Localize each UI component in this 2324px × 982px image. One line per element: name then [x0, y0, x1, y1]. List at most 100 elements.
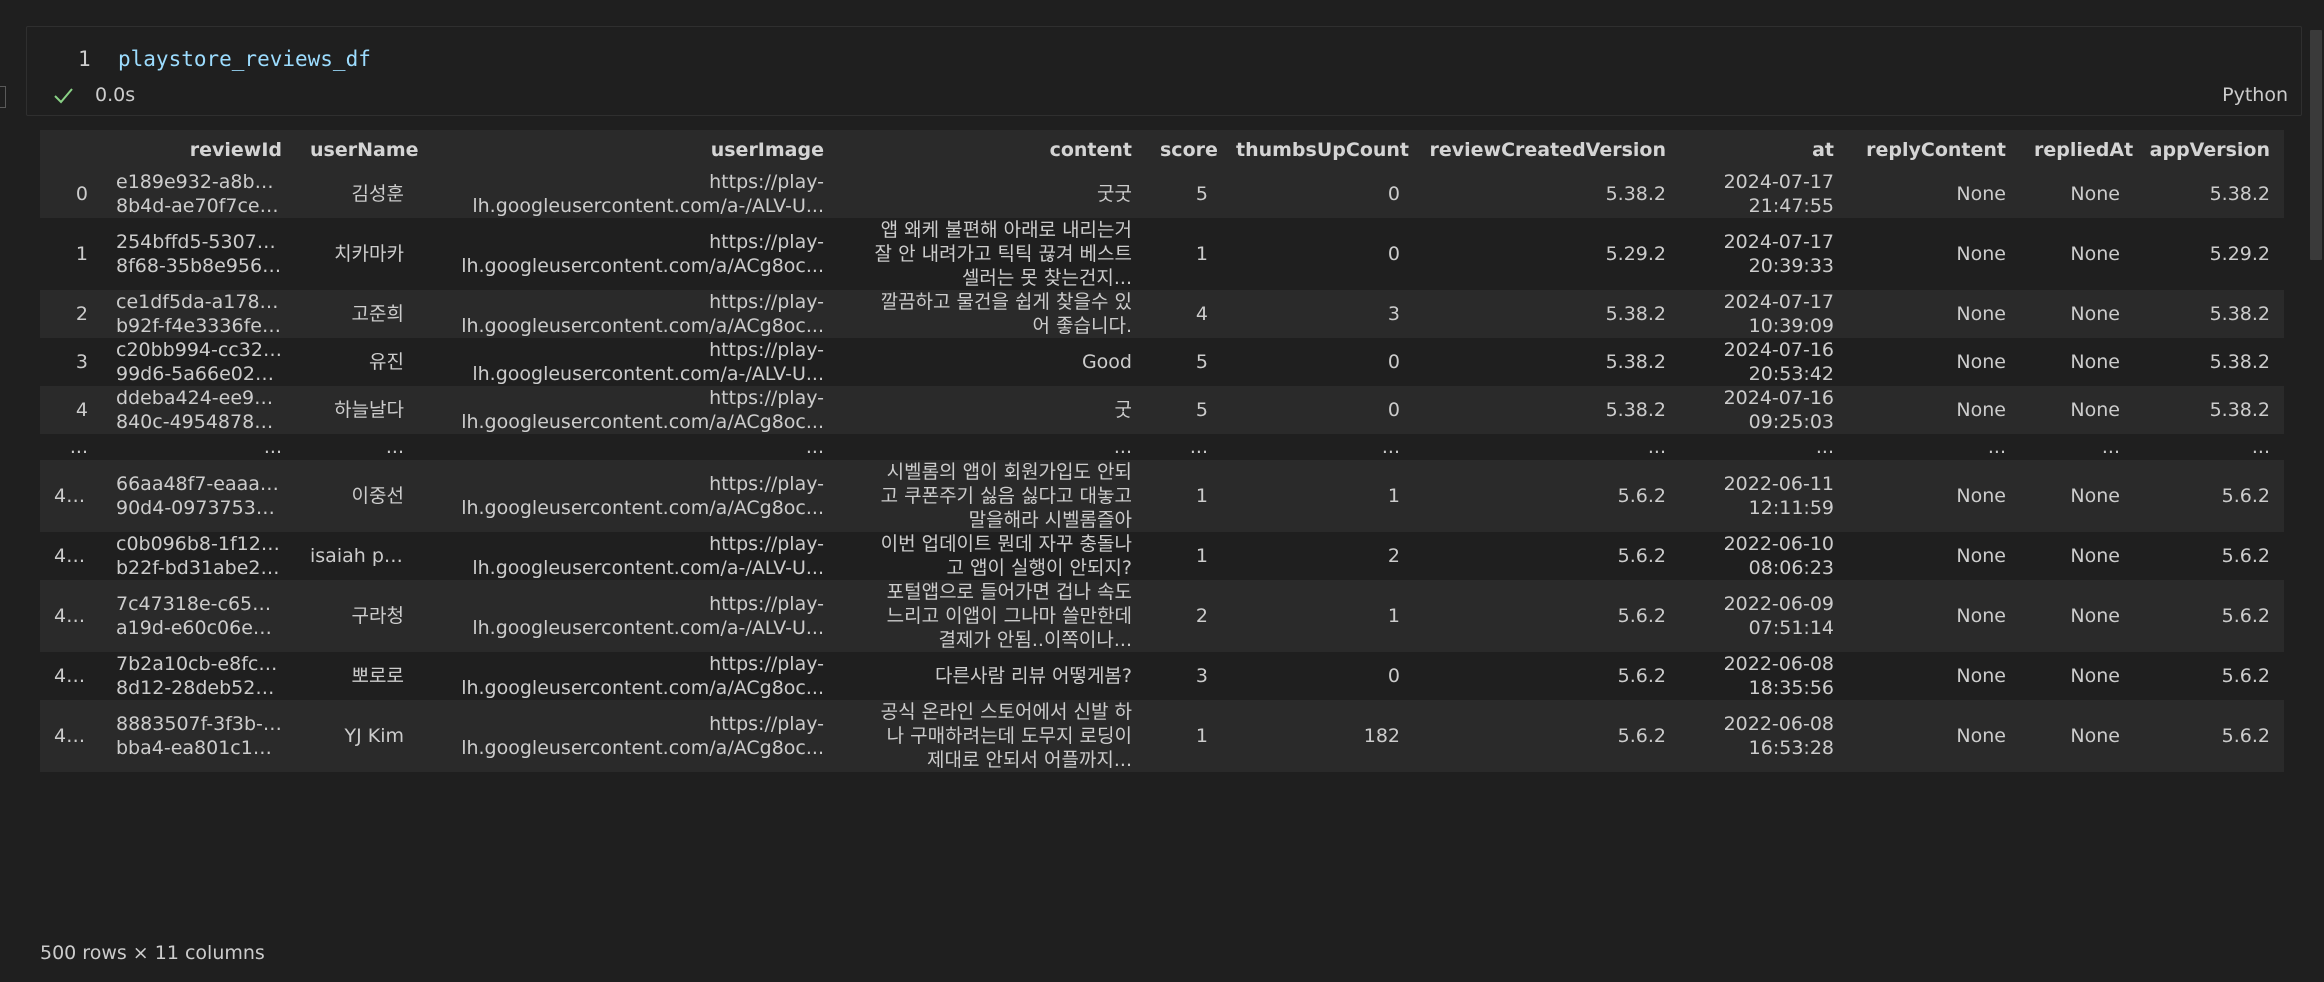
dataframe-table: reviewId userName userImage content score thu…: [40, 130, 2284, 772]
row-index: 499: [54, 725, 88, 747]
table-cell: ...: [1987, 436, 2006, 458]
table-cell: 5.6.2: [2221, 605, 2270, 627]
dataframe-output: reviewId userName userImage content score thu…: [40, 130, 2284, 772]
table-cell: 고준희: [351, 303, 404, 325]
code-editor-text[interactable]: playstore_reviews_df: [118, 47, 371, 71]
table-cell: 4: [1195, 303, 1208, 325]
table-cell: None: [2070, 399, 2120, 421]
table-cell: 2024-07-17 20:39:33: [1723, 231, 1834, 277]
table-cell: 5.6.2: [1617, 665, 1666, 687]
table-cell: ...: [805, 436, 824, 458]
table-cell: c0b096b8-1f12-47d7-b22f-bd31abe24a8e: [116, 533, 282, 579]
table-cell: 다른사람 리뷰 어떻게봄?: [935, 665, 1132, 687]
row-index: 496: [54, 545, 88, 567]
cell-collapse-bracket[interactable]: [0, 86, 6, 108]
table-cell: None: [1956, 545, 2006, 567]
table-cell: https://play-lh.googleusercontent.com/a/…: [461, 387, 824, 433]
table-cell: 66aa48f7-eaaa-4267-90d4-09737531deb4: [116, 473, 282, 519]
language-label[interactable]: Python: [2222, 84, 2288, 106]
table-cell: ...: [1381, 436, 1400, 458]
row-index: 495: [54, 485, 88, 507]
column-header: score: [1160, 139, 1218, 161]
table-row: 495 66aa48f7-eaaa-4267-90d4-09737531deb4 이…: [40, 460, 2284, 532]
table-cell: YJ Kim: [344, 725, 405, 747]
table-row: 0 e189e932-a8b4-498c-8b4d-ae70f7ceeedb 김성훈…: [40, 170, 2284, 218]
table-cell: 2: [1387, 545, 1400, 567]
code-cell[interactable]: [26, 26, 2302, 116]
table-cell: https://play-lh.googleusercontent.com/a-…: [472, 339, 824, 385]
column-header: replyContent: [1866, 139, 2006, 161]
table-row: 2 ce1df5da-a178-48d0-b92f-f4e3336fedfd 고준희…: [40, 290, 2284, 338]
table-cell: 5.6.2: [1617, 605, 1666, 627]
table-cell: None: [1956, 183, 2006, 205]
table-cell: 구라청: [351, 605, 404, 627]
table-cell: 5.38.2: [1605, 303, 1666, 325]
table-cell: 하늘날다: [334, 399, 404, 421]
table-cell: None: [2070, 665, 2120, 687]
table-cell: 5.38.2: [2209, 183, 2270, 205]
table-cell: ...: [2101, 436, 2120, 458]
column-header: appVersion: [2149, 139, 2270, 161]
table-cell: 182: [1363, 725, 1400, 747]
table-cell: 김성훈: [351, 183, 404, 205]
table-cell: 7c47318e-c659-429f-a19d-e60c06e059a7: [116, 593, 282, 639]
table-cell: None: [1956, 243, 2006, 265]
table-row: 497 7c47318e-c659-429f-a19d-e60c06e059a7 구…: [40, 580, 2284, 652]
table-row: 4 ddeba424-ee9c-4492-840c-4954878447c4 하늘날…: [40, 386, 2284, 434]
row-index: ...: [69, 436, 88, 458]
table-cell: https://play-lh.googleusercontent.com/a/…: [461, 291, 824, 337]
table-cell: None: [2070, 303, 2120, 325]
column-header: thumbsUpCount: [1236, 139, 1410, 161]
table-row: 499 8883507f-3f3b-4e8a-bba4-ea801c1d884d Y…: [40, 700, 2284, 772]
scrollbar-thumb[interactable]: [2310, 30, 2322, 260]
table-cell: 굿굿: [1097, 183, 1132, 205]
table-cell: 7b2a10cb-e8fc-42bd-8d12-28deb52c1e91: [116, 653, 282, 699]
table-header-row: reviewId userName userImage content score thu…: [40, 130, 2284, 170]
table-cell: 3: [1195, 665, 1208, 687]
table-cell: None: [2070, 243, 2120, 265]
table-cell: None: [2070, 183, 2120, 205]
table-cell: None: [1956, 605, 2006, 627]
index-header: [40, 130, 102, 170]
table-cell: ...: [1189, 436, 1208, 458]
table-cell: 1: [1195, 243, 1208, 265]
table-row: ....................................: [40, 434, 2284, 460]
table-cell: Good: [1081, 351, 1132, 373]
table-cell: 포털앱으로 들어가면 겁나 속도 느리고 이앱이 그나마 쓸만한데 결제가 안됨..…: [886, 581, 1132, 651]
table-cell: 1: [1387, 485, 1400, 507]
table-cell: 5.38.2: [1605, 183, 1666, 205]
check-icon: [54, 88, 73, 104]
table-cell: 5.29.2: [1605, 243, 1666, 265]
table-cell: 0: [1387, 243, 1400, 265]
vertical-scrollbar[interactable]: [2308, 0, 2324, 982]
table-row: 1 254bffd5-5307-4b8d-8f68-35b8e9561a5e 치카마…: [40, 218, 2284, 290]
row-index: 1: [75, 243, 88, 265]
table-body: 0 e189e932-a8b4-498c-8b4d-ae70f7ceeedb 김성훈…: [40, 170, 2284, 772]
line-number: 1: [78, 47, 91, 71]
table-cell: 5.29.2: [2209, 243, 2270, 265]
table-cell: None: [1956, 665, 2006, 687]
table-cell: None: [2070, 351, 2120, 373]
table-cell: None: [2070, 545, 2120, 567]
table-cell: 0: [1387, 665, 1400, 687]
table-cell: None: [1956, 303, 2006, 325]
table-cell: 굿: [1114, 399, 1132, 421]
table-cell: https://play-lh.googleusercontent.com/a-…: [472, 593, 824, 639]
table-cell: 8883507f-3f3b-4e8a-bba4-ea801c1d884d: [116, 713, 282, 759]
table-cell: https://play-lh.googleusercontent.com/a/…: [461, 653, 824, 699]
table-cell: ...: [1647, 436, 1666, 458]
table-cell: 유진: [369, 351, 404, 373]
row-index: 0: [75, 183, 88, 205]
dataframe-shape: 500 rows × 11 columns: [40, 942, 265, 964]
table-cell: 5.6.2: [1617, 485, 1666, 507]
table-cell: https://play-lh.googleusercontent.com/a/…: [461, 713, 824, 759]
table-cell: c20bb994-cc32-4ee1-99d6-5a66e02dfd5a: [116, 339, 282, 385]
table-cell: 5.6.2: [1617, 725, 1666, 747]
table-cell: e189e932-a8b4-498c-8b4d-ae70f7ceeedb: [116, 171, 282, 217]
table-cell: 3: [1387, 303, 1400, 325]
table-cell: ...: [2251, 436, 2270, 458]
table-cell: 2024-07-16 20:53:42: [1723, 339, 1834, 385]
table-cell: None: [2070, 725, 2120, 747]
row-index: 3: [75, 351, 88, 373]
table-cell: ...: [1815, 436, 1834, 458]
